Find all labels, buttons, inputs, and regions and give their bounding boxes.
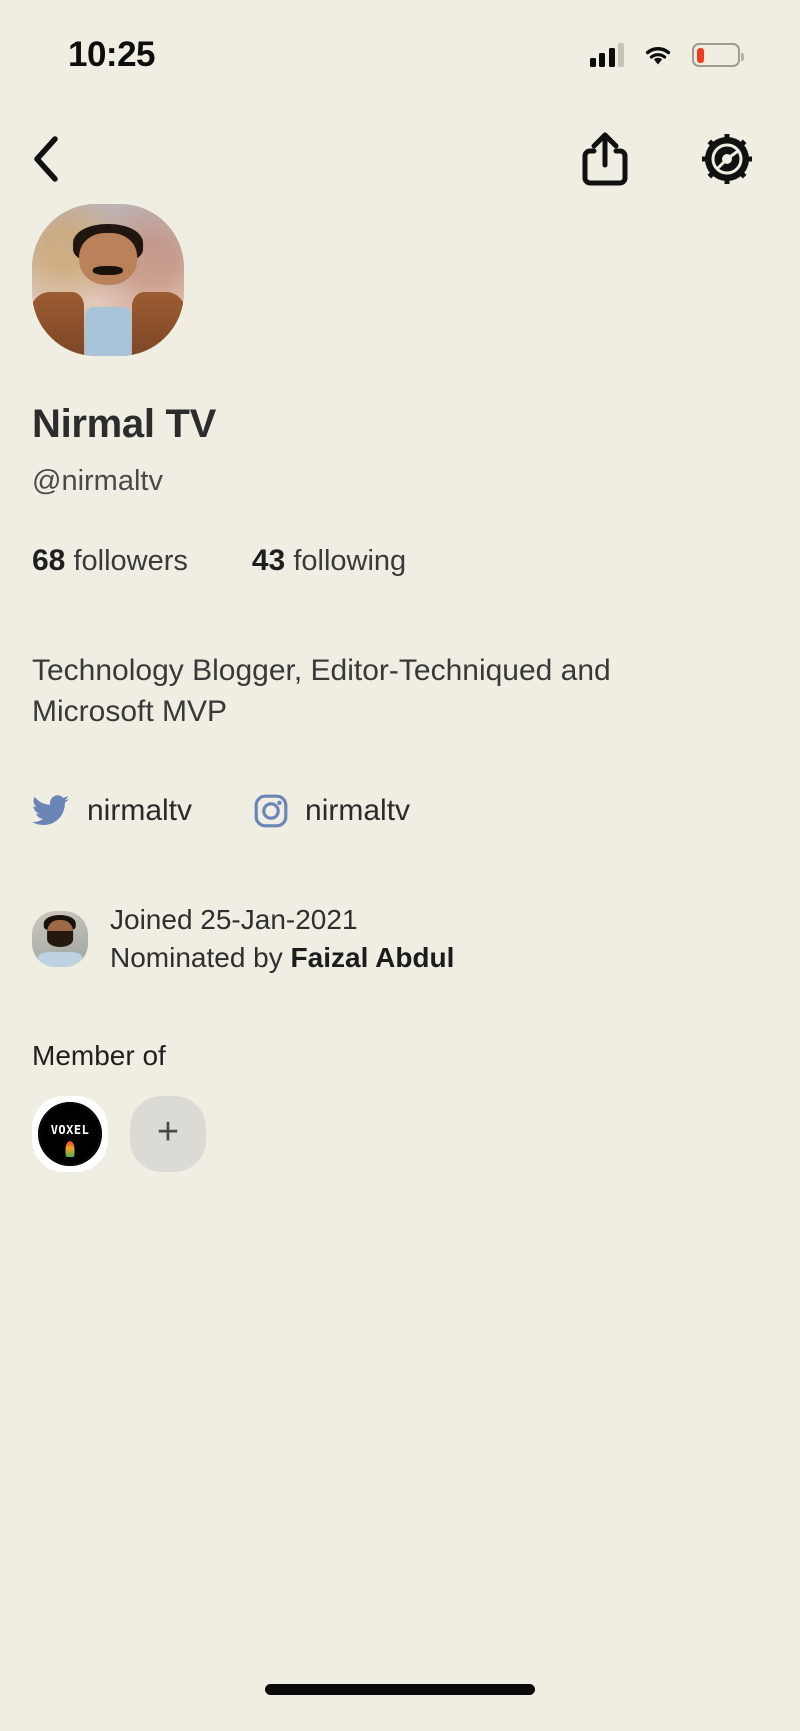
nominator-shirt: [38, 951, 82, 968]
club-voxel-logo: VOXEL: [38, 1102, 102, 1167]
membership-meta: Joined 25-Jan-2021 Nominated by Faizal A…: [32, 904, 768, 974]
meta-lines: Joined 25-Jan-2021 Nominated by Faizal A…: [110, 904, 454, 974]
profile-content: Nirmal TV @nirmaltv 68 followers 43 foll…: [0, 196, 800, 1173]
status-indicators: [589, 43, 744, 67]
social-links: nirmaltv nirmaltv: [32, 794, 768, 828]
cellular-signal-icon: [589, 43, 624, 67]
member-of-title: Member of: [32, 1040, 166, 1072]
nav-actions: [576, 130, 756, 188]
profile-avatar[interactable]: [32, 204, 184, 356]
status-bar: 10:25: [0, 0, 800, 96]
social-link-instagram[interactable]: nirmaltv: [254, 794, 410, 828]
nominated-prefix: Nominated by: [110, 942, 291, 974]
back-chevron-icon: [34, 136, 58, 182]
settings-button[interactable]: [698, 130, 756, 188]
instagram-icon: [254, 794, 288, 828]
followers-stat[interactable]: 68 followers: [32, 544, 188, 578]
club-voxel-label: VOXEL: [50, 1123, 90, 1138]
instagram-handle: nirmaltv: [305, 794, 411, 828]
nominator-beard: [47, 931, 73, 948]
avatar-shirt: [85, 307, 131, 356]
battery-low-icon: [692, 43, 744, 67]
nav-bar: [0, 118, 800, 200]
following-stat[interactable]: 43 following: [252, 544, 406, 578]
club-list: VOXEL +: [32, 1096, 768, 1173]
nominator-name[interactable]: Faizal Abdul: [291, 942, 455, 973]
app-screen: 10:25 Nirmal TV @nirmaltv 68 followers 4…: [0, 0, 800, 1731]
share-icon: [582, 132, 628, 186]
profile-bio: Technology Blogger, Editor-Techniqued an…: [32, 654, 611, 729]
share-button[interactable]: [576, 130, 634, 188]
status-time: 10:25: [68, 35, 156, 74]
wifi-icon: [645, 47, 671, 65]
nominator-avatar[interactable]: [32, 911, 88, 968]
profile-stats: 68 followers 43 following: [32, 544, 768, 578]
avatar-face: [79, 232, 137, 285]
avatar-jacket-right: [132, 292, 184, 356]
followers-label: followers: [73, 545, 188, 577]
page-title: Nirmal TV: [32, 402, 217, 446]
gear-icon: [702, 134, 752, 184]
twitter-handle: nirmaltv: [87, 794, 193, 828]
twitter-icon: [32, 795, 69, 826]
social-link-twitter[interactable]: nirmaltv: [32, 794, 192, 828]
followers-count: 68: [32, 544, 66, 577]
add-club-icon: +: [156, 1111, 180, 1154]
avatar-jacket-left: [32, 292, 84, 356]
following-label: following: [293, 545, 407, 577]
avatar-moustache: [92, 266, 124, 276]
home-indicator: [265, 1684, 535, 1695]
joined-date: Joined 25-Jan-2021: [110, 904, 358, 936]
club-item-voxel[interactable]: VOXEL: [32, 1096, 108, 1173]
following-count: 43: [251, 544, 286, 577]
nominated-by-line: Nominated by Faizal Abdul: [110, 942, 454, 974]
profile-handle: @nirmaltv: [32, 465, 163, 497]
back-button[interactable]: [18, 130, 76, 188]
add-club-button[interactable]: +: [130, 1096, 206, 1173]
